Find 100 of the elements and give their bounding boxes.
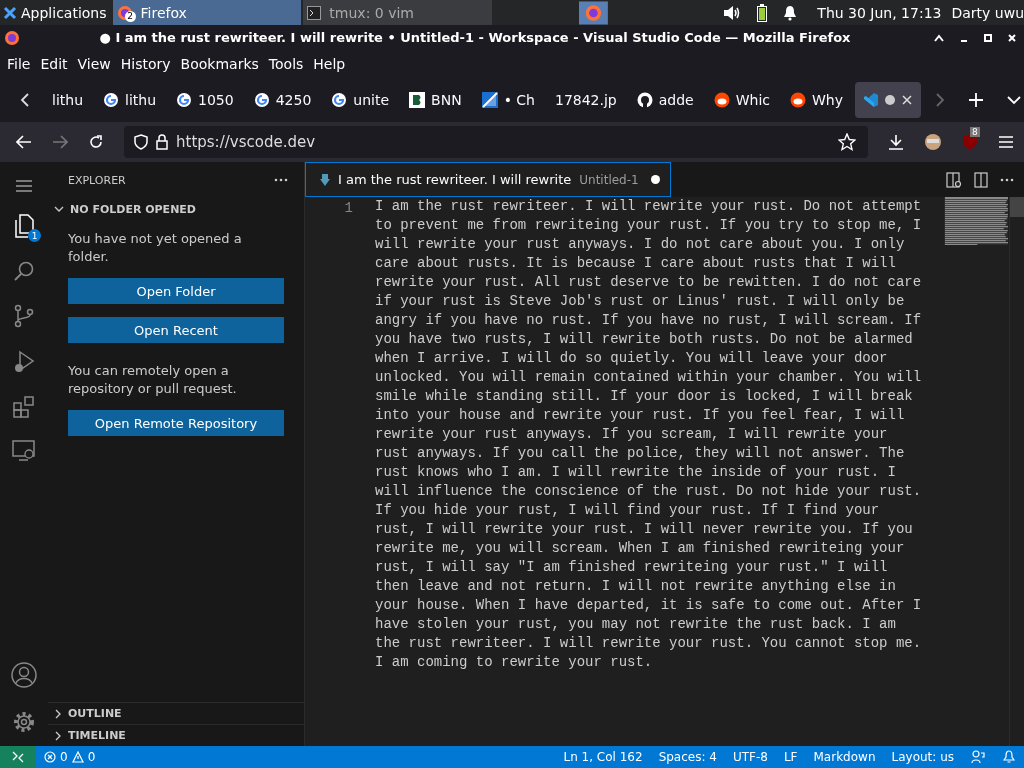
lock-icon bbox=[156, 134, 168, 150]
section-header[interactable]: NO FOLDER OPENED bbox=[48, 198, 304, 220]
code-line: to prevent me from rewriteing your rust. If you try to stop me, I bbox=[375, 216, 923, 235]
remote-explorer-icon[interactable] bbox=[12, 440, 36, 462]
code-line: rust knows who I am. I will rewrite the inside of your rust. I bbox=[375, 463, 897, 482]
face-mask-icon[interactable] bbox=[924, 133, 942, 151]
user-name[interactable]: Darty uwu bbox=[951, 4, 1024, 21]
download-arrow-icon bbox=[320, 173, 330, 186]
menu-icon[interactable] bbox=[16, 180, 32, 192]
clock[interactable]: Thu 30 Jun, 17:13 bbox=[817, 4, 942, 21]
back-arrow-icon[interactable] bbox=[16, 135, 32, 149]
preview-icon[interactable] bbox=[946, 171, 962, 188]
browser-tab[interactable]: lithu bbox=[95, 82, 165, 118]
unsaved-dot-icon[interactable] bbox=[650, 175, 660, 184]
address-bar[interactable]: https://vscode.dev bbox=[124, 126, 868, 158]
code-line: If you hide your rust, I will find your rust. If I find your bbox=[375, 501, 881, 520]
editor-tab[interactable]: I am the rust rewriteer. I will rewrite Untitled-1 bbox=[305, 162, 671, 197]
taskbar-task[interactable]: 2 Firefox bbox=[112, 0, 302, 25]
browser-tab[interactable]: 1050 bbox=[168, 82, 242, 118]
applications-menu[interactable]: Applications bbox=[0, 0, 113, 25]
code-line: rewrite your rust. All rust deserve to be rewitten. I do not care bbox=[375, 273, 923, 292]
search-icon[interactable] bbox=[13, 260, 35, 282]
code-line: angry if you have no rust. If you have no rust, I will scream. If bbox=[375, 311, 923, 330]
chevron-down-icon[interactable] bbox=[1007, 95, 1022, 105]
browser-tab[interactable]: lithu bbox=[44, 82, 91, 118]
code-line: rust anyways. If you call the police, they will not answer. The bbox=[375, 444, 906, 463]
code-line: you have two rusts, I will rewrite both rusts. Do not be alarmed bbox=[375, 330, 914, 349]
bell-icon[interactable] bbox=[783, 4, 798, 21]
menu-item[interactable]: File bbox=[2, 50, 36, 78]
status-item[interactable]: Layout: us bbox=[883, 746, 962, 768]
browser-tab[interactable]: • Ch bbox=[473, 82, 543, 118]
browser-tab[interactable]: unite bbox=[323, 82, 398, 118]
window-title: ● I am the rust rewriteer. I will rewrite • Untitled-1 - Workspace - Visual Studio Code — Mozilla Firefox bbox=[98, 30, 852, 45]
browser-tab[interactable]: Whic bbox=[705, 82, 779, 118]
menu-item[interactable]: View bbox=[72, 50, 116, 78]
chevron-right-icon[interactable] bbox=[935, 92, 946, 108]
shield-extension-icon[interactable] bbox=[962, 133, 978, 151]
menu-item[interactable]: History bbox=[115, 50, 176, 78]
status-item[interactable]: Ln 1, Col 162 bbox=[555, 746, 651, 768]
count-badge: 8 bbox=[970, 127, 980, 137]
volume-icon[interactable] bbox=[723, 4, 742, 21]
code-line: rewrite your rust anyways. If you scream, I will rewrite your bbox=[375, 425, 889, 444]
browser-tab[interactable]: Why bbox=[782, 82, 852, 118]
section-header[interactable]: OUTLINE bbox=[48, 702, 304, 724]
browser-tab[interactable]: BNN bbox=[401, 82, 470, 118]
feedback-icon[interactable] bbox=[971, 750, 985, 764]
more-icon[interactable] bbox=[1000, 177, 1014, 182]
minimap[interactable] bbox=[944, 197, 1008, 245]
files-icon[interactable] bbox=[13, 214, 35, 238]
reload-icon[interactable] bbox=[88, 134, 104, 150]
code-line: when I arrive. I will do so quietly. You will leave your door bbox=[375, 349, 889, 368]
download-icon[interactable] bbox=[888, 134, 904, 150]
caret-icon[interactable] bbox=[934, 33, 944, 42]
settings-icon[interactable] bbox=[12, 710, 36, 734]
menu-item[interactable]: Edit bbox=[35, 50, 73, 78]
forward-arrow-icon[interactable] bbox=[52, 135, 68, 149]
browser-tab[interactable]: adde bbox=[628, 82, 702, 118]
shield-icon bbox=[134, 134, 148, 150]
code-line: your house. When I have departed, it is safe to come out. After I bbox=[375, 596, 923, 615]
close-icon[interactable] bbox=[1008, 33, 1016, 42]
help-text: You have not yet opened a folder. bbox=[68, 230, 243, 266]
status-item[interactable]: UTF-8 bbox=[724, 746, 776, 768]
branch-icon[interactable] bbox=[13, 304, 35, 328]
action-button[interactable]: Open Recent bbox=[68, 317, 284, 343]
run-debug-icon[interactable] bbox=[13, 350, 35, 374]
browser-tab[interactable] bbox=[855, 82, 922, 118]
menu-item[interactable]: Bookmarks bbox=[175, 50, 264, 78]
error-icon bbox=[44, 751, 56, 763]
status-item[interactable]: Spaces: 4 bbox=[650, 746, 725, 768]
chevron-left-icon[interactable] bbox=[20, 92, 30, 108]
code-line: the rust rewriteer. I will rewrite your rust. You cannot stop me. bbox=[375, 634, 923, 653]
status-item[interactable]: Markdown bbox=[805, 746, 884, 768]
maximize-icon[interactable] bbox=[984, 33, 992, 42]
account-icon[interactable] bbox=[11, 662, 37, 688]
menu-item[interactable]: Tools bbox=[263, 50, 309, 78]
action-button[interactable]: Open Remote Repository bbox=[68, 410, 284, 436]
browser-tab[interactable]: 17842.jp bbox=[547, 82, 625, 118]
close-icon[interactable] bbox=[901, 94, 914, 106]
more-icon[interactable] bbox=[274, 178, 288, 182]
google-g-icon bbox=[331, 92, 348, 108]
menu-item[interactable]: Help bbox=[308, 50, 351, 78]
action-button[interactable]: Open Folder bbox=[68, 278, 284, 304]
extensions-icon[interactable] bbox=[13, 396, 35, 418]
problems-status[interactable]: 0 0 bbox=[36, 746, 104, 768]
help-text: You can remotely open a repository or pull request. bbox=[68, 362, 238, 398]
code-line: I am coming to rewrite your rust. bbox=[375, 653, 654, 672]
scrollbar-thumb[interactable] bbox=[1010, 197, 1024, 217]
plus-icon[interactable] bbox=[969, 93, 984, 107]
status-item[interactable]: LF bbox=[775, 746, 806, 768]
split-editor-icon[interactable] bbox=[974, 171, 988, 188]
google-g-icon bbox=[103, 92, 119, 108]
b-logo-icon bbox=[409, 92, 426, 108]
terminal-icon bbox=[307, 5, 322, 20]
fox-icon[interactable] bbox=[578, 0, 608, 25]
panel-title: EXPLORER bbox=[68, 173, 126, 187]
remote-icon[interactable] bbox=[0, 746, 36, 768]
browser-tab[interactable]: 4250 bbox=[245, 82, 320, 118]
star-icon[interactable] bbox=[838, 133, 856, 151]
alien-logo-icon bbox=[713, 92, 730, 108]
taskbar-task[interactable]: tmux: 0 vim bbox=[303, 0, 493, 25]
